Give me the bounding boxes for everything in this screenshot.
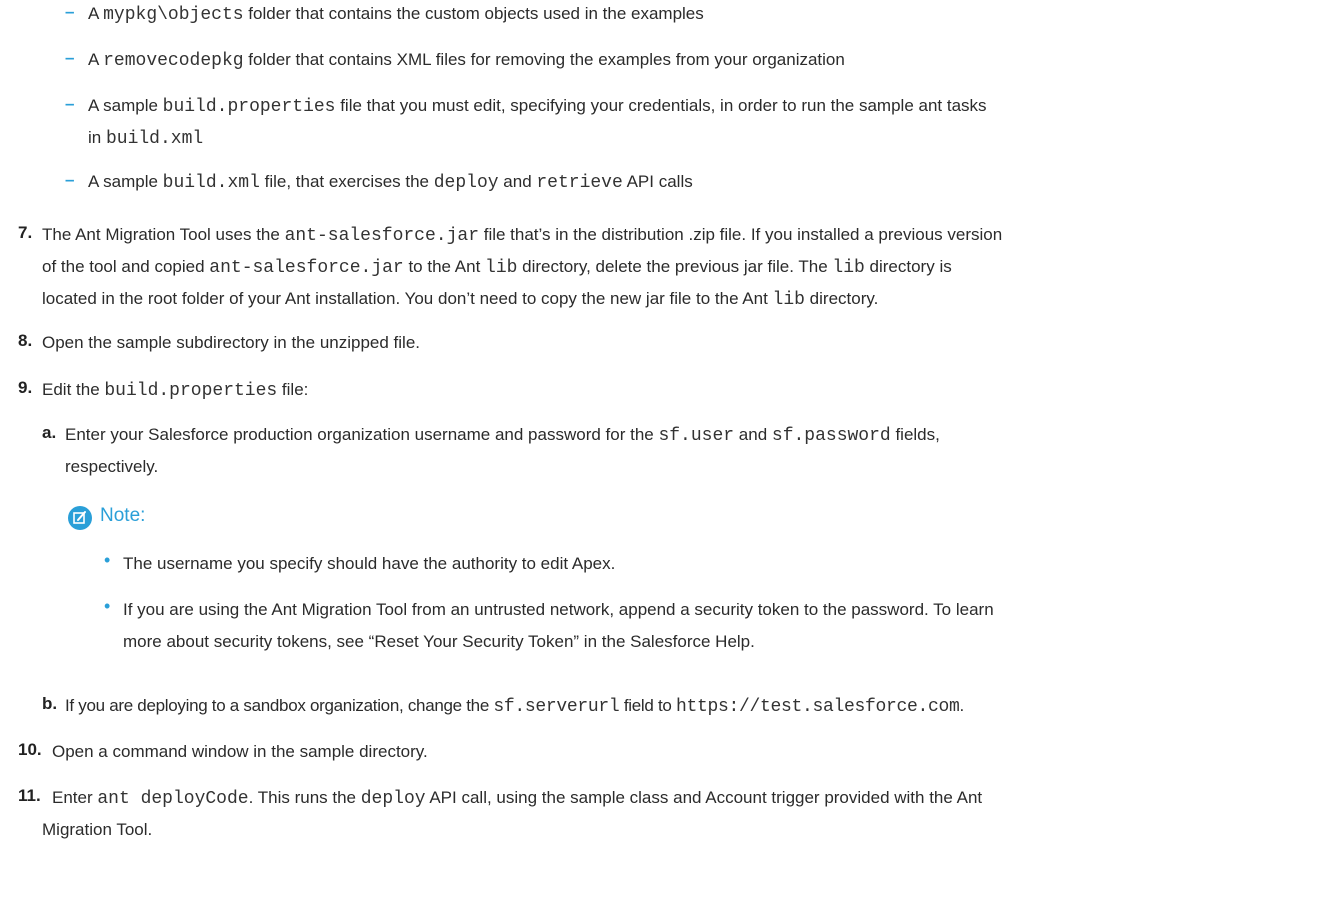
text: respectively. — [65, 457, 159, 476]
text: A — [88, 50, 104, 69]
step-letter: a. — [42, 423, 57, 442]
inline-code: build.properties — [104, 381, 278, 401]
note-bullet-text: The username you specify should have the… — [123, 554, 616, 573]
text: Migration Tool. — [42, 820, 153, 839]
text: Open a command window in the sample dire… — [52, 742, 428, 761]
edit-note-icon — [68, 506, 92, 530]
inline-code: ant-salesforce.jar — [209, 258, 404, 278]
text: A — [88, 4, 104, 23]
inline-code: ant deployCode — [97, 789, 249, 809]
text: folder that contains the custom objects … — [243, 4, 704, 23]
step-number: 10. — [18, 740, 42, 759]
step-letter: b. — [42, 694, 58, 713]
note-bullet-text: If you are using the Ant Migration Tool … — [123, 600, 994, 619]
text: Edit the — [42, 380, 105, 399]
inline-code: deploy — [360, 789, 426, 809]
step-number: 11. — [18, 786, 41, 805]
inline-code: lib — [485, 258, 518, 278]
note-label: Note: — [100, 505, 146, 526]
inline-code: lib — [832, 258, 865, 278]
text: Open the sample subdirectory in the unzi… — [42, 333, 421, 352]
inline-code: retrieve — [536, 173, 623, 193]
text: API calls — [622, 172, 693, 191]
text: and — [734, 425, 772, 444]
text: and — [498, 172, 537, 191]
text: Enter — [52, 788, 98, 807]
text: directory is — [864, 257, 952, 276]
inline-code: build.properties — [162, 97, 336, 117]
inline-code: build.xml — [162, 173, 260, 193]
text: in — [88, 128, 106, 147]
text: field to — [619, 696, 676, 715]
bullet-icon: • — [104, 550, 111, 570]
text: file, that exercises the — [259, 172, 434, 191]
text: fields, — [890, 425, 940, 444]
step-number: 9. — [18, 378, 33, 397]
text: file that’s in the distribution .zip fil… — [479, 225, 1003, 244]
text: The Ant Migration Tool uses the — [42, 225, 285, 244]
inline-code: ant-salesforce.jar — [284, 226, 479, 246]
text: . — [959, 696, 965, 715]
inline-code: deploy — [433, 173, 499, 193]
bullet-icon: • — [104, 596, 111, 616]
text: located in the root folder of your Ant i… — [42, 289, 773, 308]
text: API call, using the sample class and Acc… — [425, 788, 983, 807]
dash-bullet-icon: – — [65, 94, 75, 113]
text: to the Ant — [403, 257, 486, 276]
text: file that you must edit, specifying your… — [335, 96, 987, 115]
dash-bullet-icon: – — [65, 2, 75, 21]
inline-code: sf.serverurl — [493, 697, 620, 717]
step-number: 8. — [18, 331, 33, 350]
inline-code: mypkg\objects — [103, 5, 244, 25]
note-bullet-text: more about security tokens, see “Reset Y… — [123, 632, 755, 651]
text: . This runs the — [248, 788, 361, 807]
inline-code: sf.password — [771, 426, 891, 446]
dash-bullet-icon: – — [65, 48, 75, 67]
text: of the tool and copied — [42, 257, 210, 276]
text: If you are deploying to a sandbox organi… — [65, 696, 494, 715]
inline-code: sf.user — [658, 426, 735, 446]
inline-code: lib — [772, 290, 805, 310]
dash-bullet-icon: – — [65, 170, 75, 189]
text: A sample — [88, 96, 163, 115]
inline-code: removecodepkg — [103, 51, 244, 71]
text: folder that contains XML files for remov… — [243, 50, 845, 69]
text: A sample — [88, 172, 163, 191]
text: directory, delete the previous jar file.… — [517, 257, 833, 276]
text: file: — [277, 380, 309, 399]
text: Enter your Salesforce production organiz… — [65, 425, 659, 444]
inline-code: build.xml — [105, 129, 204, 149]
inline-code: https://test.salesforce.com — [675, 697, 960, 717]
step-number: 7. — [18, 223, 33, 242]
text: directory. — [804, 289, 879, 308]
